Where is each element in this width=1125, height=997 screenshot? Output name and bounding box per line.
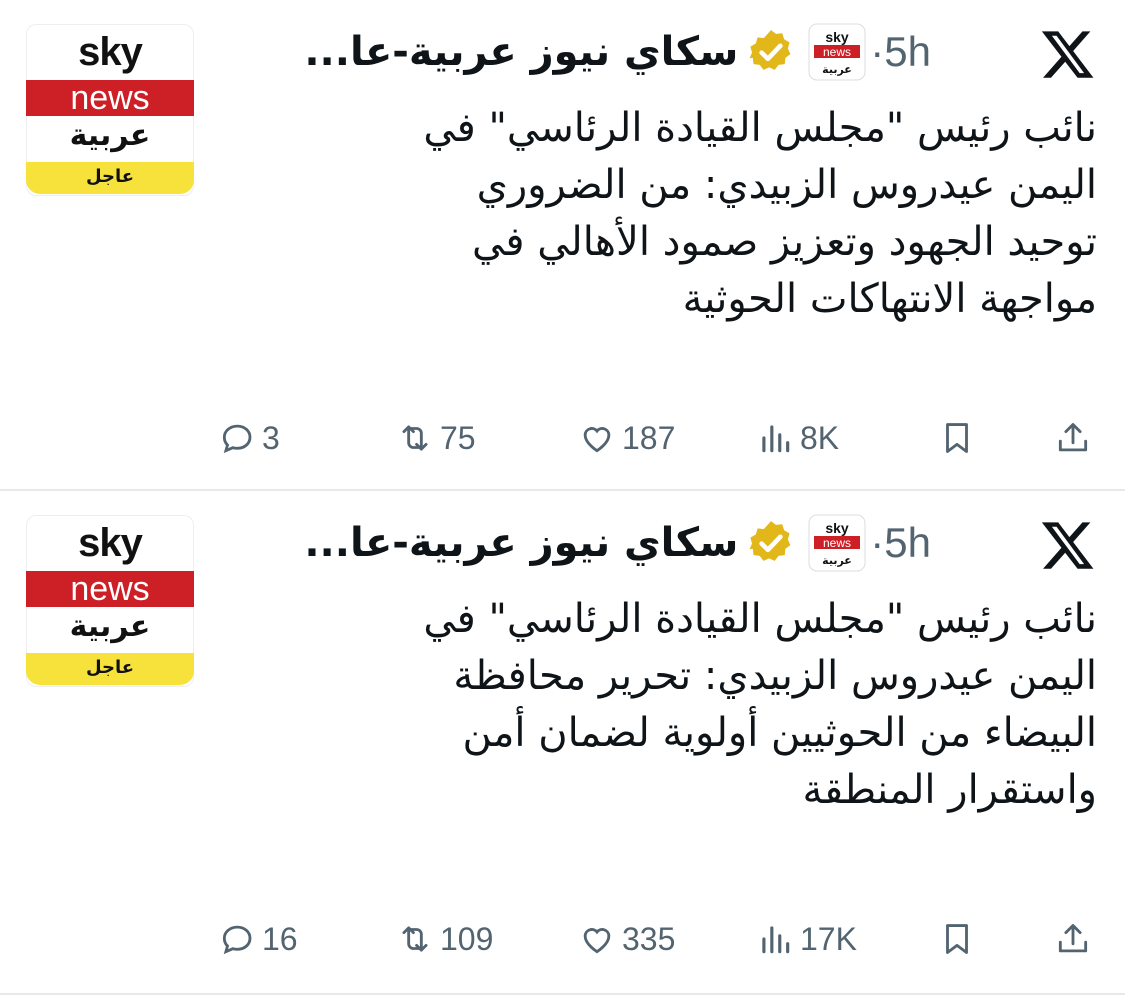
avatar-news-text: news: [26, 571, 194, 607]
x-logo-icon: [1041, 522, 1094, 569]
retweet-button[interactable]: 109: [396, 919, 493, 959]
svg-text:news: news: [823, 536, 851, 550]
heart-icon: [583, 928, 611, 954]
tweet-card[interactable]: sky news عربية عاجل سكاي نيوز عربية-عا..…: [0, 0, 1125, 490]
tweet-divider: [0, 993, 1125, 995]
views-count: 17K: [800, 920, 857, 957]
like-count: 187: [622, 419, 676, 456]
share-button[interactable]: [1054, 418, 1098, 458]
reply-count: 16: [262, 920, 298, 957]
avatar-arabic-text: عربية: [69, 118, 151, 153]
svg-text:news: news: [823, 45, 851, 59]
bookmark-icon: [946, 423, 968, 453]
mini-brand-logo-icon: sky news عربية: [808, 23, 866, 81]
reply-count: 3: [262, 419, 280, 456]
avatar[interactable]: sky news عربية عاجل: [26, 515, 194, 687]
views-icon: [762, 926, 790, 954]
views-count: 8K: [800, 419, 840, 456]
mini-brand-logo-icon: sky news عربية: [808, 514, 866, 572]
account-name[interactable]: سكاي نيوز عربية-عا...: [304, 29, 738, 75]
verified-badge-icon: [749, 30, 791, 70]
reply-button[interactable]: 3: [218, 418, 280, 458]
bookmark-icon: [946, 924, 968, 954]
tweet-actions: 16 109 335 17K: [218, 919, 1098, 959]
like-count: 335: [622, 920, 676, 957]
verified-badge-icon: [749, 521, 791, 561]
svg-text:عربية: عربية: [822, 554, 852, 567]
svg-text:sky: sky: [826, 520, 850, 536]
account-name[interactable]: سكاي نيوز عربية-عا...: [304, 520, 738, 566]
share-icon: [1058, 423, 1088, 452]
avatar-breaking-tag: عاجل: [26, 162, 194, 194]
views-icon: [762, 425, 790, 453]
x-logo-icon: [1041, 31, 1094, 78]
tweet-time[interactable]: ·5h: [870, 519, 931, 567]
heart-icon: [583, 427, 611, 453]
avatar-sky-text: sky: [78, 30, 143, 74]
avatar-breaking-tag: عاجل: [26, 653, 194, 685]
retweet-count: 109: [440, 920, 494, 957]
avatar-news-text: news: [26, 80, 194, 116]
tweet-card[interactable]: sky news عربية عاجل سكاي نيوز عربية-عا..…: [0, 491, 1125, 991]
share-button[interactable]: [1054, 919, 1098, 959]
avatar[interactable]: sky news عربية عاجل: [26, 24, 194, 196]
tweet-text: نائب رئيس "مجلس القيادة الرئاسي" في اليم…: [423, 105, 1097, 322]
like-button[interactable]: 187: [578, 418, 675, 458]
avatar-sky-text: sky: [78, 521, 143, 565]
share-icon: [1058, 924, 1088, 953]
retweet-button[interactable]: 75: [396, 418, 476, 458]
svg-text:عربية: عربية: [822, 63, 852, 76]
tweet-text: نائب رئيس "مجلس القيادة الرئاسي" في اليم…: [423, 596, 1097, 813]
bookmark-button[interactable]: [938, 418, 982, 458]
avatar-arabic-text: عربية: [69, 609, 151, 644]
tweet-header: سكاي نيوز عربية-عا... sky news عربية ·5h: [304, 22, 935, 82]
views-button[interactable]: 17K: [756, 919, 857, 959]
views-button[interactable]: 8K: [756, 418, 839, 458]
tweet-header: سكاي نيوز عربية-عا... sky news عربية ·5h: [304, 513, 935, 573]
reply-icon: [222, 925, 252, 955]
retweet-count: 75: [440, 419, 476, 456]
bookmark-button[interactable]: [938, 919, 982, 959]
retweet-icon: [402, 425, 428, 451]
retweet-icon: [402, 926, 428, 952]
reply-icon: [222, 424, 252, 454]
reply-button[interactable]: 16: [218, 919, 298, 959]
like-button[interactable]: 335: [578, 919, 675, 959]
svg-text:sky: sky: [826, 29, 850, 45]
tweet-actions: 3 75 187 8K: [218, 418, 1098, 458]
tweet-time[interactable]: ·5h: [870, 28, 931, 76]
